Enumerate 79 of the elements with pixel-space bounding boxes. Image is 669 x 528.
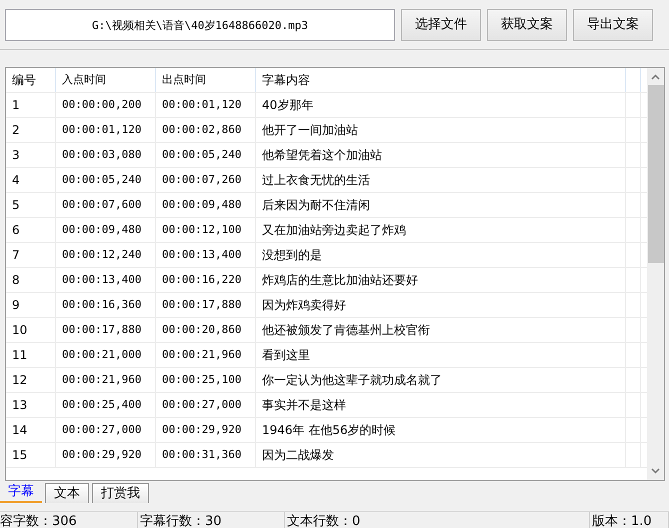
table-cell: 00:00:01,120 — [156, 93, 256, 117]
table-cell: 他开了一间加油站 — [256, 118, 626, 142]
table-cell: 00:00:29,920 — [56, 443, 156, 467]
table-cell: 00:00:16,220 — [156, 268, 256, 292]
table-cell: 后来因为耐不住清闲 — [256, 193, 626, 217]
table-cell: 00:00:12,100 — [156, 218, 256, 242]
table-cell: 00:00:17,880 — [56, 318, 156, 342]
table-cell: 3 — [6, 143, 56, 167]
table-cell: 00:00:25,400 — [56, 393, 156, 417]
column-header[interactable]: 字幕内容 — [256, 68, 626, 92]
table-cell: 00:00:27,000 — [56, 418, 156, 442]
table-cell: 过上衣食无忧的生活 — [256, 168, 626, 192]
table-cell: 4 — [6, 168, 56, 192]
table-cell: 11 — [6, 343, 56, 367]
table-cell: 又在加油站旁边卖起了炸鸡 — [256, 218, 626, 242]
table-cell: 00:00:27,000 — [156, 393, 256, 417]
table-cell: 2 — [6, 118, 56, 142]
table-cell: 1946年 在他56岁的时候 — [256, 418, 626, 442]
toolbar-button[interactable]: 导出文案 — [573, 9, 653, 41]
tab[interactable]: 字幕 — [0, 483, 42, 503]
table-cell: 00:00:29,920 — [156, 418, 256, 442]
column-header[interactable]: 入点时间 — [56, 68, 156, 92]
table-cell: 00:00:12,240 — [56, 243, 156, 267]
table-cell: 5 — [6, 193, 56, 217]
table-cell: 00:00:07,260 — [156, 168, 256, 192]
file-path-field[interactable]: G:\视频相关\语音\40岁1648866020.mp3 — [5, 9, 395, 41]
table-cell: 因为二战爆发 — [256, 443, 626, 467]
table-cell: 14 — [6, 418, 56, 442]
status-text: 文本行数：0 — [285, 512, 590, 528]
table-cell: 7 — [6, 243, 56, 267]
table-cell: 事实并不是这样 — [256, 393, 626, 417]
table-cell: 00:00:21,960 — [156, 343, 256, 367]
table-cell: 00:00:13,400 — [56, 268, 156, 292]
table-cell: 40岁那年 — [256, 93, 626, 117]
table-cell: 你一定认为他这辈子就功成名就了 — [256, 368, 626, 392]
table-cell: 8 — [6, 268, 56, 292]
table-cell: 12 — [6, 368, 56, 392]
table-cell: 10 — [6, 318, 56, 342]
table-cell: 00:00:01,120 — [56, 118, 156, 142]
table-cell: 00:00:31,360 — [156, 443, 256, 467]
table-cell: 00:00:05,240 — [56, 168, 156, 192]
scroll-thumb[interactable] — [648, 85, 664, 263]
scroll-up-icon[interactable] — [651, 74, 660, 80]
table-cell: 他希望凭着这个加油站 — [256, 143, 626, 167]
column-header[interactable]: 出点时间 — [156, 68, 256, 92]
toolbar-button[interactable]: 获取文案 — [487, 9, 567, 41]
tab[interactable]: 文本 — [45, 483, 89, 503]
status-text: 容字数：306 — [0, 512, 138, 528]
tab[interactable]: 打赏我 — [92, 483, 149, 503]
table-cell: 13 — [6, 393, 56, 417]
table-cell: 00:00:03,080 — [56, 143, 156, 167]
table-cell: 6 — [6, 218, 56, 242]
table-cell: 没想到的是 — [256, 243, 626, 267]
table-cell: 00:00:02,860 — [156, 118, 256, 142]
table-cell: 00:00:20,860 — [156, 318, 256, 342]
table-cell: 炸鸡店的生意比加油站还要好 — [256, 268, 626, 292]
scrollbar[interactable] — [647, 68, 664, 480]
toolbar-button[interactable]: 选择文件 — [401, 9, 481, 41]
column-header[interactable]: 编号 — [6, 68, 56, 92]
table-cell: 00:00:25,100 — [156, 368, 256, 392]
table-cell: 因为炸鸡卖得好 — [256, 293, 626, 317]
scroll-down-icon[interactable] — [651, 468, 660, 474]
table-cell: 00:00:00,200 — [56, 93, 156, 117]
status-text: 字幕行数：30 — [138, 512, 285, 528]
table-cell: 他还被颁发了肯德基州上校官衔 — [256, 318, 626, 342]
table-cell: 00:00:17,880 — [156, 293, 256, 317]
table-cell: 00:00:09,480 — [156, 193, 256, 217]
status-text: 版本：1.0 — [590, 512, 669, 528]
table-cell: 1 — [6, 93, 56, 117]
table-cell: 00:00:16,360 — [56, 293, 156, 317]
table-cell: 15 — [6, 443, 56, 467]
table-cell: 00:00:13,400 — [156, 243, 256, 267]
table-cell: 00:00:05,240 — [156, 143, 256, 167]
table-cell: 00:00:21,960 — [56, 368, 156, 392]
table-cell: 00:00:07,600 — [56, 193, 156, 217]
table-cell: 9 — [6, 293, 56, 317]
table-cell: 看到这里 — [256, 343, 626, 367]
table-cell: 00:00:21,000 — [56, 343, 156, 367]
table-cell: 00:00:09,480 — [56, 218, 156, 242]
